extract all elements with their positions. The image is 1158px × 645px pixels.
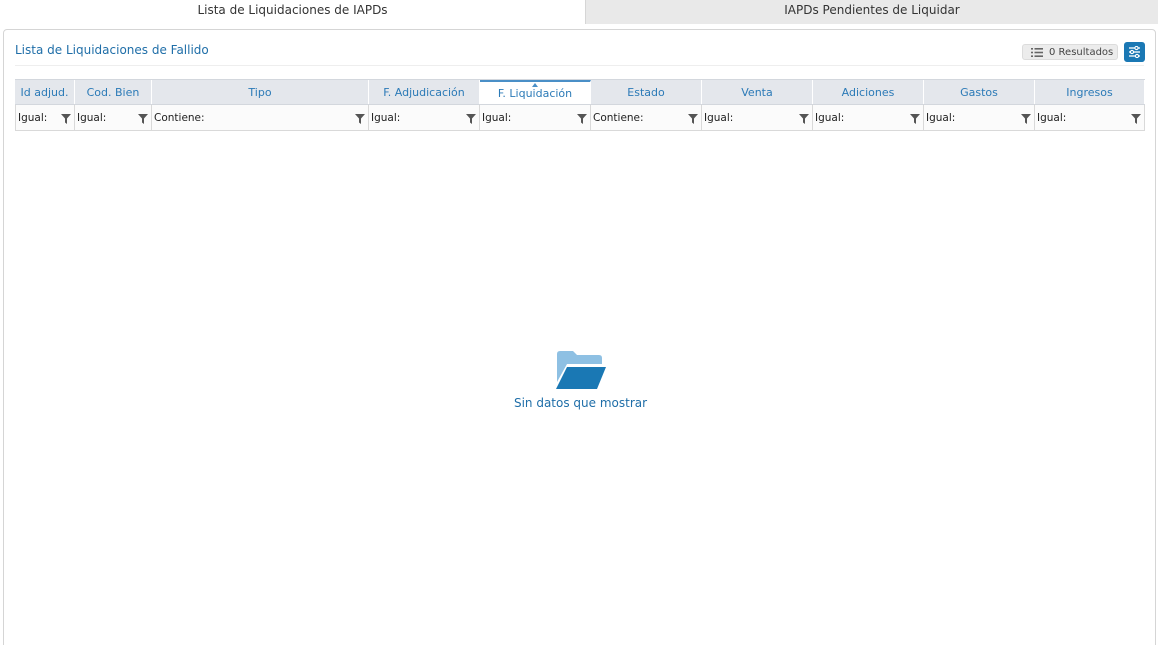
filter-icon[interactable] xyxy=(138,114,148,124)
column-header-gastos[interactable]: Gastos xyxy=(924,80,1035,104)
results-badge: 0 Resultados xyxy=(1022,44,1118,60)
filter-cell-adiciones[interactable]: Igual: xyxy=(813,105,924,130)
sliders-icon xyxy=(1129,46,1140,58)
liquidaciones-grid: Id adjud. Cod. Bien Tipo F. Adjudicación… xyxy=(15,79,1145,131)
filter-icon[interactable] xyxy=(577,114,587,124)
column-header-cod-bien[interactable]: Cod. Bien xyxy=(75,80,152,104)
filter-cell-venta[interactable]: Igual: xyxy=(702,105,813,130)
tab-label: Lista de Liquidaciones de IAPDs xyxy=(197,3,388,17)
list-icon xyxy=(1031,47,1043,57)
filter-icon[interactable] xyxy=(61,114,71,124)
column-header-f-liquidacion[interactable]: F. Liquidación xyxy=(480,80,591,104)
column-header-label: F. Liquidación xyxy=(497,86,573,100)
filter-icon[interactable] xyxy=(1131,114,1141,124)
filter-operator: Igual: xyxy=(704,111,734,124)
empty-state: Sin datos que mostrar xyxy=(4,350,1157,410)
filter-cell-gastos[interactable]: Igual: xyxy=(924,105,1035,130)
results-count: 0 Resultados xyxy=(1049,46,1114,58)
filter-icon[interactable] xyxy=(1021,114,1031,124)
column-header-estado[interactable]: Estado xyxy=(591,80,702,104)
filter-operator: Igual: xyxy=(77,111,107,124)
filter-operator: Igual: xyxy=(482,111,512,124)
filter-operator: Igual: xyxy=(371,111,401,124)
filter-operator: Igual: xyxy=(926,111,956,124)
filter-icon[interactable] xyxy=(355,114,365,124)
filter-cell-ingresos[interactable]: Igual: xyxy=(1035,105,1145,130)
tab-label: IAPDs Pendientes de Liquidar xyxy=(784,3,960,17)
filter-operator: Igual: xyxy=(815,111,845,124)
sort-ascending-icon xyxy=(532,83,538,87)
column-settings-button[interactable] xyxy=(1124,42,1145,62)
liquidaciones-panel: Lista de Liquidaciones de Fallido 0 Resu… xyxy=(3,29,1156,645)
title-divider xyxy=(15,65,1144,66)
folder-open-icon xyxy=(555,351,606,389)
filter-operator: Igual: xyxy=(1037,111,1067,124)
filter-cell-id-adjud[interactable]: Igual: xyxy=(15,105,75,130)
filter-icon[interactable] xyxy=(466,114,476,124)
filter-icon[interactable] xyxy=(688,114,698,124)
grid-filter-row: Igual: Igual: Contiene: Igual: Igual: Co… xyxy=(15,105,1145,131)
column-header-f-adjudicacion[interactable]: F. Adjudicación xyxy=(369,80,480,104)
filter-icon[interactable] xyxy=(799,114,809,124)
column-header-tipo[interactable]: Tipo xyxy=(152,80,369,104)
tab-bar: Lista de Liquidaciones de IAPDs IAPDs Pe… xyxy=(0,0,1158,24)
filter-cell-f-liquidacion[interactable]: Igual: xyxy=(480,105,591,130)
filter-icon[interactable] xyxy=(910,114,920,124)
column-header-adiciones[interactable]: Adiciones xyxy=(813,80,924,104)
filter-cell-f-adjudicacion[interactable]: Igual: xyxy=(369,105,480,130)
filter-cell-tipo[interactable]: Contiene: xyxy=(152,105,369,130)
empty-state-message: Sin datos que mostrar xyxy=(513,396,648,410)
panel-title: Lista de Liquidaciones de Fallido xyxy=(15,43,209,57)
column-header-venta[interactable]: Venta xyxy=(702,80,813,104)
tab-lista-liquidaciones[interactable]: Lista de Liquidaciones de IAPDs xyxy=(0,0,585,24)
filter-operator: Igual: xyxy=(18,111,48,124)
filter-cell-estado[interactable]: Contiene: xyxy=(591,105,702,130)
column-header-ingresos[interactable]: Ingresos xyxy=(1035,80,1145,104)
filter-operator: Contiene: xyxy=(154,111,205,124)
filter-cell-cod-bien[interactable]: Igual: xyxy=(75,105,152,130)
grid-header-row: Id adjud. Cod. Bien Tipo F. Adjudicación… xyxy=(15,79,1145,105)
filter-operator: Contiene: xyxy=(593,111,644,124)
column-header-id-adjud[interactable]: Id adjud. xyxy=(15,80,75,104)
tab-iapds-pendientes[interactable]: IAPDs Pendientes de Liquidar xyxy=(585,0,1158,24)
